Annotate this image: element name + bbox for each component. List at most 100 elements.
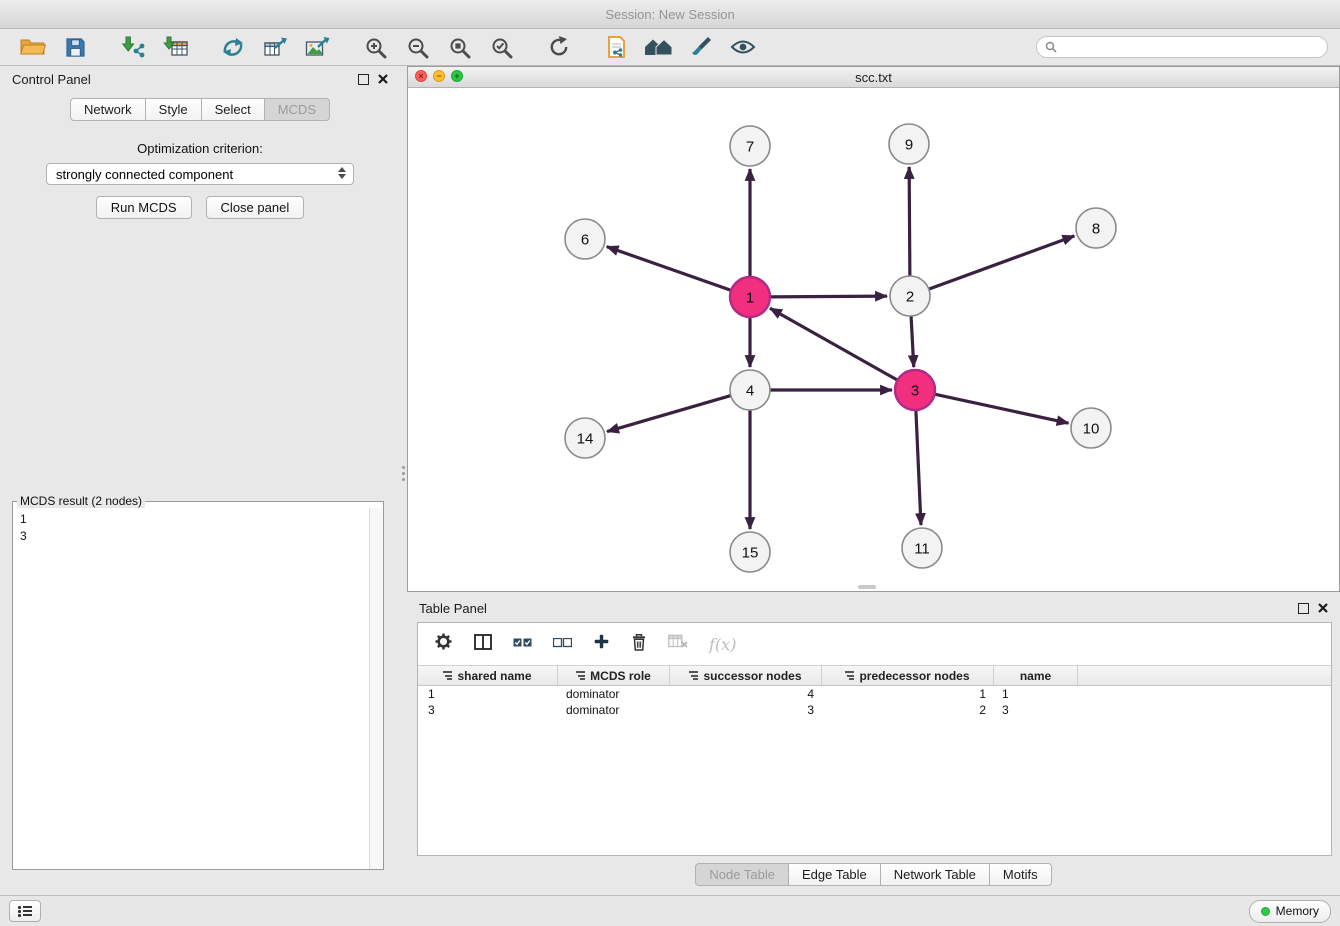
search-box[interactable] — [1036, 36, 1328, 58]
main-toolbar — [0, 29, 1340, 66]
control-panel-title: Control Panel — [12, 72, 91, 87]
table-tab-edge-table[interactable]: Edge Table — [788, 863, 881, 886]
table-cell[interactable]: 3 — [670, 703, 822, 717]
column-header-successor-nodes[interactable]: successor nodes — [670, 666, 822, 685]
column-header-name[interactable]: name — [994, 666, 1078, 685]
function-builder-button[interactable]: f(x) — [709, 635, 736, 654]
search-input[interactable] — [1062, 39, 1319, 55]
float-table-panel-icon[interactable] — [1298, 603, 1309, 614]
graph-node-label-6: 6 — [581, 232, 589, 249]
unchecked-boxes-icon — [553, 638, 572, 648]
control-panel-tabs: NetworkStyleSelectMCDS — [0, 98, 400, 121]
tab-mcds[interactable]: MCDS — [264, 98, 330, 121]
split-columns-icon — [474, 634, 492, 650]
delete-column-button[interactable] — [631, 633, 647, 656]
import-table-icon — [163, 36, 188, 58]
memory-button[interactable]: Memory — [1249, 900, 1331, 923]
graph-node-label-2: 2 — [906, 289, 914, 306]
zoom-in-button[interactable] — [354, 32, 396, 62]
table-panel-title: Table Panel — [419, 601, 487, 616]
task-history-button[interactable] — [9, 900, 41, 922]
run-mcds-button[interactable]: Run MCDS — [96, 196, 192, 219]
show-hide-button[interactable] — [722, 32, 764, 62]
attribute-icon — [845, 671, 854, 680]
graph-edge-3-11[interactable] — [916, 410, 921, 525]
mcds-result-item[interactable]: 1 — [20, 511, 363, 528]
export-network-button[interactable] — [254, 32, 296, 62]
refresh-button[interactable] — [538, 32, 580, 62]
open-session-button[interactable] — [12, 32, 54, 62]
close-panel-button[interactable]: Close panel — [206, 196, 305, 219]
unselect-all-columns-button[interactable] — [553, 635, 572, 653]
graph-edge-1-6[interactable] — [607, 247, 731, 291]
table-cell[interactable]: dominator — [558, 703, 670, 717]
graph-edge-1-2[interactable] — [770, 296, 887, 297]
zoom-selected-button[interactable] — [480, 32, 522, 62]
window-minimize-icon[interactable]: − — [433, 70, 445, 82]
table-row[interactable]: 1dominator411 — [418, 686, 1331, 702]
tab-style[interactable]: Style — [145, 98, 202, 121]
graph-edge-2-3[interactable] — [911, 316, 914, 367]
select-all-columns-button[interactable] — [513, 635, 532, 653]
table-row[interactable]: 3dominator323 — [418, 702, 1331, 718]
open-folder-icon — [20, 37, 46, 57]
attribute-icon — [443, 671, 452, 680]
table-arrow-icon — [263, 36, 288, 58]
create-column-button[interactable] — [593, 633, 610, 655]
result-scrollbar[interactable] — [369, 508, 383, 869]
gear-icon — [434, 632, 453, 651]
import-network-from-file-button[interactable] — [112, 32, 154, 62]
column-header-predecessor-nodes[interactable]: predecessor nodes — [822, 666, 994, 685]
application-window: Session: New Session — [0, 0, 1340, 926]
tab-network[interactable]: Network — [70, 98, 146, 121]
home-button[interactable] — [638, 32, 680, 62]
table-cell[interactable]: 3 — [418, 703, 558, 717]
network-canvas[interactable]: 7968124314101511 — [408, 87, 1339, 591]
export-image-button[interactable] — [296, 32, 338, 62]
column-header-mcds-role[interactable]: MCDS role — [558, 666, 670, 685]
column-header-label: name — [1020, 669, 1051, 683]
style-brush-button[interactable] — [680, 32, 722, 62]
show-column-button[interactable] — [474, 634, 492, 655]
column-header-label: successor nodes — [703, 669, 801, 683]
save-disk-icon — [65, 37, 86, 58]
zoom-out-button[interactable] — [396, 32, 438, 62]
table-tab-motifs[interactable]: Motifs — [989, 863, 1052, 886]
close-table-panel-icon[interactable] — [1318, 603, 1328, 613]
table-tab-node-table[interactable]: Node Table — [695, 863, 789, 886]
delete-table-button-disabled[interactable] — [668, 634, 688, 654]
paste-network-button[interactable] — [596, 32, 638, 62]
trash-icon — [631, 633, 647, 651]
table-cell[interactable]: 4 — [670, 687, 822, 701]
table-cell[interactable]: 3 — [994, 703, 1078, 717]
mcds-result-item[interactable]: 3 — [20, 528, 363, 545]
status-bar: Memory — [0, 895, 1340, 926]
graph-edge-4-14[interactable] — [607, 396, 731, 432]
tab-select[interactable]: Select — [201, 98, 265, 121]
table-cell[interactable]: dominator — [558, 687, 670, 701]
graph-edge-2-9[interactable] — [909, 167, 910, 276]
table-tab-network-table[interactable]: Network Table — [880, 863, 990, 886]
table-settings-button[interactable] — [434, 632, 453, 656]
dropdown-stepper-icon — [338, 167, 346, 179]
network-window-titlebar[interactable]: × − + scc.txt — [408, 67, 1339, 88]
network-hscroll-thumb[interactable] — [858, 585, 876, 589]
float-panel-icon[interactable] — [358, 74, 369, 85]
column-header-shared-name[interactable]: shared name — [418, 666, 558, 685]
save-session-button[interactable] — [54, 32, 96, 62]
optimization-dropdown[interactable]: strongly connected component — [46, 163, 354, 185]
window-close-icon[interactable]: × — [415, 70, 427, 82]
window-zoom-icon[interactable]: + — [451, 70, 463, 82]
close-panel-icon[interactable] — [378, 74, 388, 84]
table-cell[interactable]: 2 — [822, 703, 994, 717]
table-cell[interactable]: 1 — [822, 687, 994, 701]
graph-edge-3-10[interactable] — [935, 394, 1069, 423]
zoom-fit-button[interactable] — [438, 32, 480, 62]
new-network-button[interactable] — [212, 32, 254, 62]
graph-edge-3-1[interactable] — [770, 308, 898, 380]
graph-edge-2-8[interactable] — [929, 236, 1075, 289]
import-table-from-file-button[interactable] — [154, 32, 196, 62]
table-cell[interactable]: 1 — [994, 687, 1078, 701]
panel-splitter[interactable] — [400, 66, 407, 881]
table-cell[interactable]: 1 — [418, 687, 558, 701]
